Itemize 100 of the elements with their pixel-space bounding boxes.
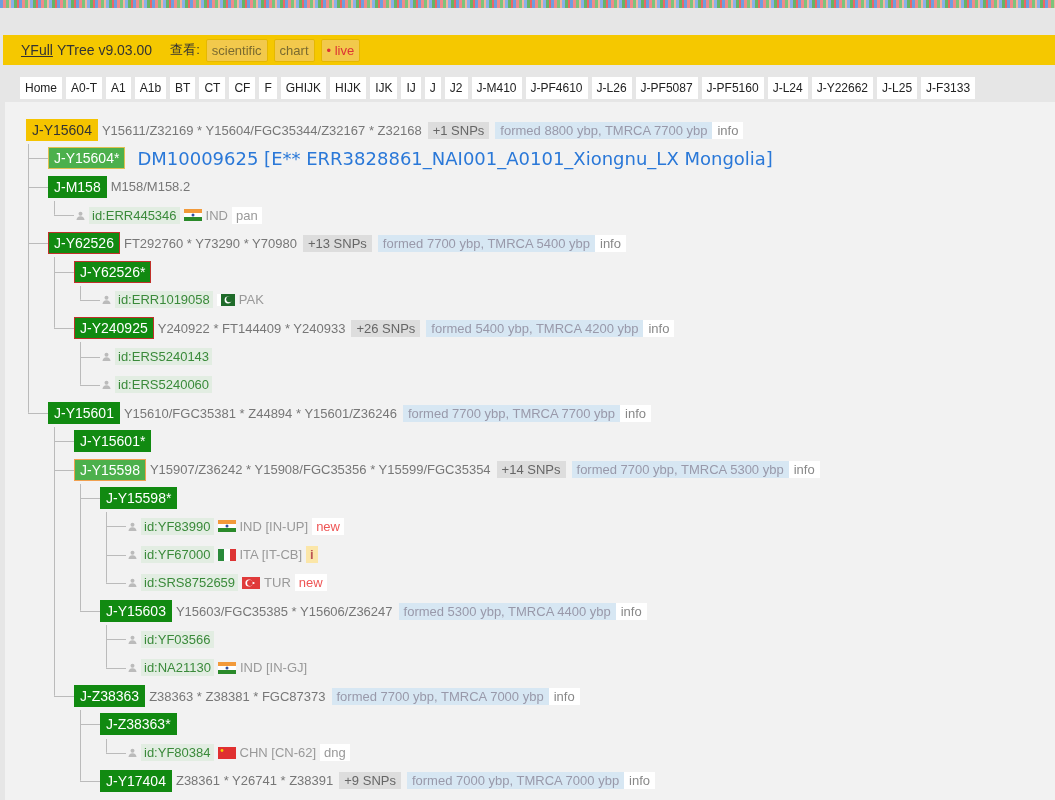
haplogroup-tab[interactable]: J-PF4610 [525, 77, 588, 99]
sample-id[interactable]: id:YF80384 [141, 744, 214, 762]
country-code: CHN [CN-62] [239, 745, 317, 761]
sample-id[interactable]: id:NA21130 [141, 659, 214, 677]
country-code: TUR [264, 575, 291, 591]
sample-id[interactable]: id:ERR1019058 [115, 291, 213, 309]
sample-tag: pan [231, 206, 262, 224]
flag-icon [218, 661, 236, 674]
haplogroup-tab[interactable]: J-F3133 [921, 77, 976, 99]
age-estimate: formed 5400 ybp, TMRCA 4200 ybp [426, 319, 644, 337]
haplogroup-tab[interactable]: IJ [401, 77, 421, 99]
snp-count[interactable]: +9 SNPs [339, 772, 401, 790]
info-link[interactable]: info [624, 772, 656, 790]
sample-id[interactable]: id:YF67000 [141, 546, 214, 564]
sample-tag: i [306, 546, 318, 564]
person-icon [128, 663, 137, 673]
haplogroup-tab[interactable]: J2 [444, 77, 468, 99]
snp-list: Z38361 * Y26741 * Z38391 [175, 773, 334, 789]
person-icon [128, 521, 137, 531]
sample-id[interactable]: id:ERS5240143 [115, 348, 213, 365]
person-icon [102, 380, 111, 390]
flag-icon [242, 576, 261, 589]
haplogroup-tab[interactable]: J [424, 77, 441, 99]
snp-list: Z38363 * Z38381 * FGC87373 [149, 688, 326, 704]
clade-badge[interactable]: J-Y62526* [74, 260, 152, 283]
snp-list: Y15907/Z36242 * Y15908/FGC35356 * Y15599/FGC35354 [149, 462, 491, 478]
clade-badge[interactable]: J-Y15601 [48, 402, 120, 425]
info-link[interactable]: info [620, 404, 652, 422]
haplogroup-tab[interactable]: CT [199, 77, 226, 99]
age-estimate: formed 5300 ybp, TMRCA 4400 ybp [398, 602, 616, 620]
sample-id[interactable]: id:ERS5240060 [115, 376, 213, 394]
sample-tag: dng [320, 744, 350, 762]
snp-count[interactable]: +13 SNPs [302, 234, 372, 252]
age-estimate: formed 8800 ybp, TMRCA 7700 ybp [495, 121, 713, 139]
haplogroup-tab[interactable]: IJK [370, 77, 398, 99]
info-link[interactable]: info [548, 687, 580, 705]
haplogroup-tab[interactable]: HIJK [330, 77, 367, 99]
info-link[interactable]: info [788, 461, 820, 479]
snp-list: Y240922 * FT144409 * Y240933 [157, 320, 346, 336]
info-link[interactable]: info [712, 121, 744, 139]
person-icon [128, 748, 137, 758]
sample-id[interactable]: id:ERR445346 [89, 206, 180, 224]
haplogroup-tab[interactable]: A1 [106, 77, 131, 99]
age-estimate: formed 7700 ybp, TMRCA 7000 ybp [331, 687, 549, 705]
view-button[interactable]: chart [273, 38, 315, 62]
info-link[interactable]: info [595, 234, 626, 252]
clade-badge[interactable]: J-Y62526 [48, 232, 120, 255]
clade-badge[interactable]: J-Y15598* [100, 487, 178, 509]
clade-badge[interactable]: J-Y15601* [74, 430, 152, 453]
sample-note: DM10009625 [E** ERR3828861_NAI001_A0101_Xiongnu_LX Mongolia] [137, 147, 773, 169]
clade-badge[interactable]: J-Z38363 [74, 685, 146, 708]
app-title: YTree v9.03.00 [56, 42, 153, 58]
haplogroup-tab[interactable]: J-PF5160 [701, 77, 764, 99]
haplogroup-tab[interactable]: J-PF5087 [635, 77, 698, 99]
flag-icon [217, 548, 236, 561]
haplogroup-tab[interactable]: A1b [134, 77, 167, 99]
snp-count[interactable]: +14 SNPs [496, 461, 566, 479]
haplogroup-tab[interactable]: J-L25 [877, 77, 918, 99]
country-code: ITA [IT-CB] [239, 547, 303, 563]
haplogroup-tab[interactable]: Home [20, 77, 62, 99]
snp-count[interactable]: +1 SNPs [427, 121, 490, 139]
sample-id[interactable]: id:SRS8752659 [141, 574, 239, 592]
view-button[interactable]: • live [320, 38, 361, 62]
person-icon [128, 635, 137, 644]
haplogroup-tab[interactable]: J-L26 [591, 77, 632, 99]
haplogroup-tab[interactable]: J-L24 [767, 77, 808, 99]
sample-tag: new [312, 517, 344, 535]
haplogroup-tab[interactable]: F [259, 77, 277, 99]
clade-badge[interactable]: J-Y15603 [100, 600, 172, 623]
person-icon [128, 550, 137, 560]
clade-badge[interactable]: J-M158 [48, 175, 107, 198]
haplogroup-tab[interactable]: CF [229, 77, 256, 99]
clade-badge[interactable]: J-Y240925 [74, 317, 154, 340]
clade-badge[interactable]: J-Y15604* [48, 147, 126, 170]
sample-id[interactable]: id:YF83990 [141, 517, 214, 535]
haplogroup-tab[interactable]: BT [170, 77, 196, 99]
info-link[interactable]: info [615, 602, 647, 620]
sample-id[interactable]: id:YF03566 [141, 631, 214, 648]
person-icon [102, 295, 111, 305]
haplogroup-tab[interactable]: J-M410 [471, 77, 522, 99]
clade-badge[interactable]: J-Y15604 [26, 119, 98, 142]
clade-badge[interactable]: J-Y15598 [74, 458, 146, 481]
age-estimate: formed 7700 ybp, TMRCA 7700 ybp [402, 404, 621, 422]
snp-list: FT292760 * Y73290 * Y70980 [123, 235, 297, 251]
snp-list: Y15610/FGC35381 * Z44894 * Y15601/Z36246 [123, 405, 397, 421]
view-button[interactable]: scientific [205, 38, 268, 62]
person-icon [128, 578, 137, 588]
haplogroup-tab[interactable]: J-Y22662 [811, 77, 874, 99]
snp-list: Y15603/FGC35385 * Y15606/Z36247 [175, 603, 393, 619]
clade-badge[interactable]: J-Y17404 [100, 769, 172, 792]
country-code: PAK [238, 292, 264, 308]
haplogroup-tab[interactable]: GHIJK [280, 77, 327, 99]
snp-list: Y15611/Z32169 * Y15604/FGC35344/Z32167 * Z32168 [101, 122, 422, 138]
brand-link[interactable]: YFull [21, 42, 53, 58]
age-estimate: formed 7000 ybp, TMRCA 7000 ybp [406, 772, 625, 790]
country-code: IND [IN-UP] [239, 518, 309, 534]
snp-count[interactable]: +26 SNPs [351, 319, 421, 337]
info-link[interactable]: info [643, 319, 675, 337]
clade-badge[interactable]: J-Z38363* [100, 713, 177, 736]
haplogroup-tab[interactable]: A0-T [66, 77, 103, 99]
